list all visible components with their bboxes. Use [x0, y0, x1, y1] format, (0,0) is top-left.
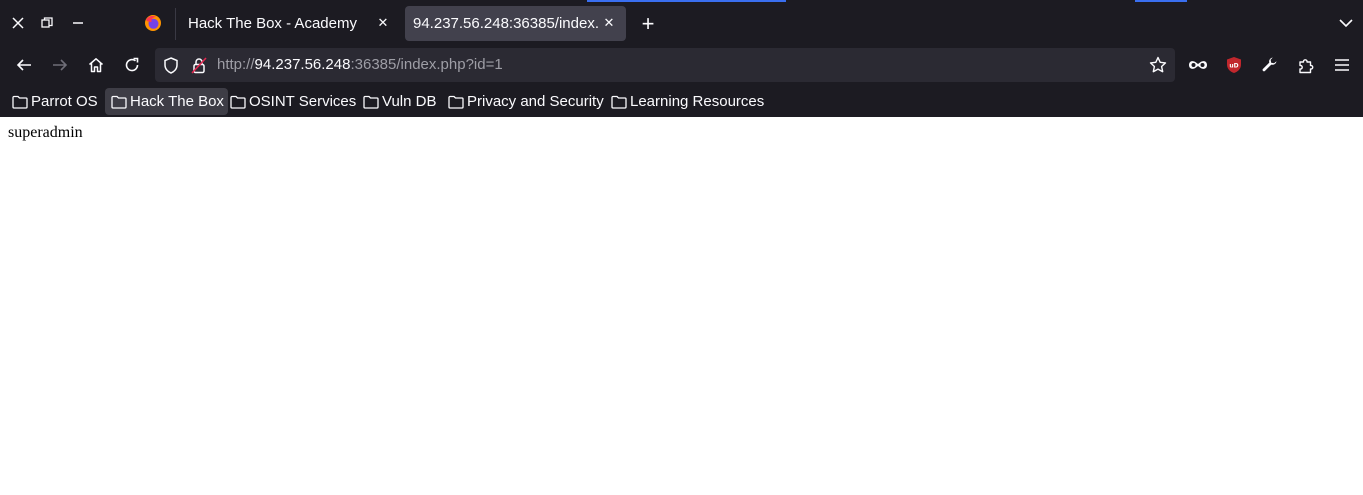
tab-title: Hack The Box - Academy — [188, 15, 357, 32]
list-all-tabs-button[interactable] — [1333, 10, 1359, 36]
bookmark-label: Vuln DB — [382, 93, 437, 110]
bookmark-folder-privacy-and-security[interactable]: Privacy and Security — [442, 88, 608, 115]
forward-button[interactable] — [46, 51, 74, 79]
page-text: superadmin — [8, 124, 83, 141]
url-bar[interactable]: http://94.237.56.248:36385/index.php?id=… — [155, 48, 1175, 82]
bookmark-folder-hack-the-box[interactable]: Hack The Box — [105, 88, 228, 115]
window-close-button[interactable] — [5, 10, 31, 36]
bookmark-label: Learning Resources — [630, 93, 765, 110]
url-host: 94.237.56.248 — [254, 56, 351, 73]
minimize-icon — [73, 22, 83, 24]
arrow-left-icon — [16, 59, 31, 71]
folder-icon — [611, 95, 627, 109]
tab-title: 94.237.56.248:36385/index.php?id=1 — [413, 15, 599, 32]
insecure-lock-icon[interactable] — [189, 55, 209, 75]
tab-active-index[interactable]: 94.237.56.248:36385/index.php?id=1 ✕ — [405, 6, 626, 41]
mask-icon — [1189, 61, 1207, 69]
close-icon: ✕ — [603, 15, 615, 30]
folder-icon — [363, 95, 379, 109]
folder-icon — [111, 95, 127, 109]
folder-icon — [448, 95, 464, 109]
url-path: :36385/index.php?id=1 — [350, 56, 503, 73]
home-icon — [89, 58, 103, 73]
wrench-icon — [1262, 57, 1277, 72]
home-button[interactable] — [82, 51, 110, 79]
window-restore-button[interactable] — [34, 10, 60, 36]
plus-icon: + — [641, 11, 655, 36]
developer-tools-button[interactable] — [1256, 51, 1284, 79]
close-icon — [12, 17, 24, 29]
bookmark-folder-learning-resources[interactable]: Learning Resources — [605, 88, 768, 115]
tab-hack-the-box-academy[interactable]: Hack The Box - Academy ✕ — [180, 6, 400, 41]
close-icon: ✕ — [377, 15, 389, 30]
bookmark-star-button[interactable] — [1148, 55, 1168, 75]
hamburger-menu-icon — [1335, 59, 1349, 71]
reload-icon — [125, 57, 139, 72]
bookmark-label: Privacy and Security — [467, 93, 604, 110]
bookmark-folder-parrot-os[interactable]: Parrot OS — [6, 88, 102, 115]
page-content: superadmin — [8, 124, 83, 142]
private-mask-button[interactable] — [1184, 51, 1212, 79]
new-tab-button[interactable]: + — [634, 10, 662, 38]
bookmark-label: Hack The Box — [130, 93, 224, 110]
reload-button[interactable] — [118, 51, 146, 79]
tab-separator — [175, 8, 176, 40]
tab-close-button[interactable]: ✕ — [374, 14, 392, 32]
folder-icon — [12, 95, 28, 109]
tab-strip: Hack The Box - Academy ✕ 94.237.56.248:3… — [0, 0, 1363, 46]
bookmark-folder-vuln-db[interactable]: Vuln DB — [357, 88, 440, 115]
puzzle-piece-icon — [1298, 58, 1313, 73]
app-menu-button[interactable] — [1328, 51, 1356, 79]
tab-close-button[interactable]: ✕ — [600, 14, 618, 32]
tracking-protection-shield-icon[interactable] — [161, 55, 181, 75]
window-minimize-button[interactable] — [65, 10, 91, 36]
chevron-down-icon — [1339, 19, 1353, 28]
star-icon — [1149, 56, 1167, 73]
arrow-right-icon — [53, 59, 68, 71]
bookmark-folder-osint-services[interactable]: OSINT Services — [224, 88, 360, 115]
svg-text:uD: uD — [1229, 63, 1238, 70]
url-text[interactable]: http://94.237.56.248:36385/index.php?id=… — [217, 56, 503, 73]
bookmark-label: Parrot OS — [31, 93, 98, 110]
browser-chrome: Hack The Box - Academy ✕ 94.237.56.248:3… — [0, 0, 1363, 117]
back-button[interactable] — [10, 51, 38, 79]
folder-icon — [230, 95, 246, 109]
bookmark-label: OSINT Services — [249, 93, 357, 110]
firefox-logo-icon — [145, 15, 161, 31]
ublock-origin-button[interactable]: uD — [1220, 51, 1248, 79]
restore-icon — [41, 17, 53, 28]
ublock-shield-icon: uD — [1227, 57, 1241, 73]
url-scheme: http:// — [217, 56, 255, 73]
extensions-button[interactable] — [1292, 51, 1320, 79]
firefox-view-button[interactable] — [140, 10, 166, 36]
